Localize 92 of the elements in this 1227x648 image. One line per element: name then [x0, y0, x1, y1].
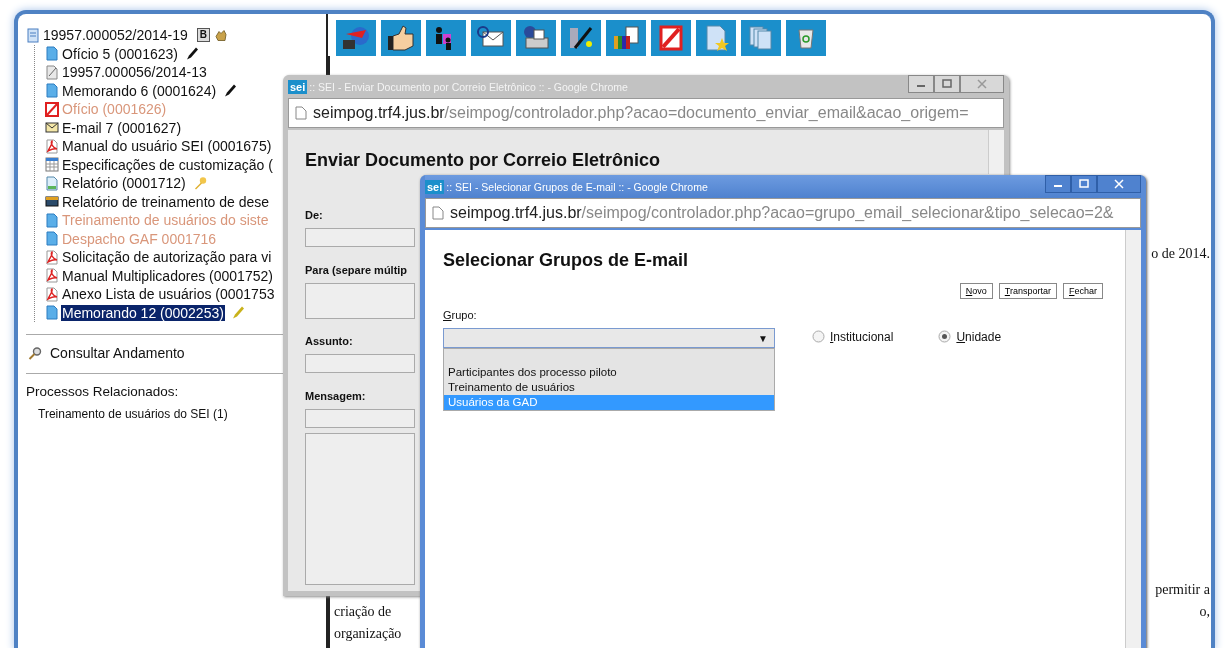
close-button[interactable] [960, 75, 1004, 93]
related-process-link[interactable]: Treinamento de usuários do SEI (1) [38, 407, 228, 421]
search-icon [28, 345, 42, 361]
radio-button[interactable] [938, 330, 952, 343]
document-icon [45, 305, 59, 321]
action-button[interactable]: Fechar [1063, 283, 1103, 299]
field-label: Grupo: [443, 309, 478, 321]
process-number[interactable]: 19957.000052/2014-19 [42, 27, 189, 44]
star-document-icon[interactable] [696, 20, 736, 56]
tree-item[interactable]: E-mail 7 (0001627) [61, 119, 183, 136]
page-icon [295, 106, 307, 120]
action-button[interactable]: Novo [959, 283, 993, 299]
field-label: Mensagem: [305, 390, 366, 403]
app-logo: sei [288, 79, 308, 94]
input-field[interactable] [305, 228, 415, 247]
tree-item[interactable]: Solicitação de autorização para vi [61, 249, 273, 266]
document-icon [45, 83, 59, 99]
document-icon [45, 175, 59, 191]
tree-item[interactable]: Relatório (0001712) [61, 175, 187, 192]
tree-item[interactable]: Manual do usuário SEI (0001675) [61, 138, 273, 155]
document-text: o, [1199, 604, 1210, 621]
page-heading: Enviar Documento por Correio Eletrônico [305, 150, 662, 171]
cancel-icon[interactable] [651, 20, 691, 56]
pdf-icon [45, 268, 59, 284]
field-label: De: [305, 209, 323, 222]
people-icon[interactable] [426, 20, 466, 56]
document-icon [45, 231, 59, 247]
app-logo: sei [425, 179, 445, 194]
document-icon [45, 212, 59, 228]
thumbs-up-icon[interactable] [381, 20, 421, 56]
document-text: o de 2014. [1151, 246, 1210, 262]
documents-icon[interactable] [741, 20, 781, 56]
tree-item[interactable]: Especificações de customização ( [61, 156, 274, 173]
document-icon [45, 64, 59, 80]
globe-icon[interactable] [336, 20, 376, 56]
process-icon [26, 27, 40, 43]
tree-item[interactable]: Memorando 6 (0001624) [61, 82, 218, 99]
recycle-bin-icon[interactable] [786, 20, 826, 56]
email-icon[interactable] [471, 20, 511, 56]
badge: B [196, 28, 211, 43]
dropdown[interactable]: ▼ [443, 328, 775, 348]
tree-item[interactable]: Relatório de treinamento de dese [61, 193, 271, 210]
pen-icon[interactable] [561, 20, 601, 56]
address-bar[interactable]: seimpog.trf4.jus.br/seimpog/controlador.php?acao=grupo_email_selecionar&tipo_selecao=2& [425, 198, 1141, 228]
cancelled-icon [45, 101, 59, 117]
maximize-button[interactable] [934, 75, 960, 93]
close-icon [976, 79, 988, 89]
page-heading: Selecionar Grupos de E-mail [443, 250, 690, 271]
dropdown-option[interactable]: Participantes dos processo piloto [444, 365, 774, 380]
pdf-icon [45, 249, 59, 265]
radio-label[interactable]: Institucional [830, 330, 894, 344]
scrollbar[interactable] [988, 130, 1004, 174]
tree-item[interactable]: Anexo Lista de usuários (0001753 [61, 286, 276, 303]
url-text: seimpog.trf4.jus.br/seimpog/controlador.php?acao=documento_enviar_email&acao_origem= [313, 104, 969, 122]
tree-item[interactable]: Memorando 12 (0002253) [61, 304, 225, 321]
text-area[interactable] [305, 283, 415, 319]
maximize-button[interactable] [1071, 175, 1097, 193]
field-label: Para (separe múltip [305, 264, 408, 277]
scanner-icon [45, 194, 59, 210]
pdf-icon [45, 286, 59, 302]
tree-item[interactable]: Manual Multiplicadores (0001752) [61, 267, 274, 284]
action-button[interactable]: Transportar [998, 283, 1057, 299]
url-text: seimpog.trf4.jus.br/seimpog/controlador.php?acao=grupo_email_selecionar&tipo_selecao=2& [450, 204, 1114, 222]
input-field[interactable] [305, 409, 415, 428]
dropdown-option[interactable]: Treinamento de usuários [444, 380, 774, 395]
printer-icon[interactable] [516, 20, 556, 56]
envelope-icon [45, 120, 59, 136]
tree-item[interactable]: 19957.000056/2014-13 [61, 64, 208, 81]
minimize-button[interactable] [1045, 175, 1071, 193]
spreadsheet-icon [45, 157, 59, 173]
pdf-icon [45, 138, 59, 154]
minimize-button[interactable] [908, 75, 934, 93]
binders-icon[interactable] [606, 20, 646, 56]
page-icon [432, 206, 444, 220]
window-title: :: SEI - Selecionar Grupos de E-mail :: - Google Chrome [446, 180, 708, 193]
address-bar[interactable]: seimpog.trf4.jus.br/seimpog/controlador.php?acao=documento_enviar_email&acao_origem= [288, 98, 1004, 128]
close-button[interactable] [1097, 175, 1141, 193]
input-field[interactable] [305, 354, 415, 373]
radio-label[interactable]: Unidade [956, 330, 1002, 344]
tree-item[interactable]: Ofício 5 (0001623) [61, 45, 179, 62]
maximize-icon [941, 79, 953, 89]
document-text: criação de [334, 604, 392, 621]
scrollbar[interactable] [1125, 230, 1141, 648]
maximize-icon [1078, 179, 1090, 189]
document-text: organização [334, 626, 402, 643]
close-icon [1113, 179, 1125, 189]
radio-button[interactable] [812, 330, 825, 343]
document-text: permitir a [1155, 582, 1210, 599]
text-area[interactable] [305, 433, 415, 585]
document-icon [45, 46, 59, 62]
consult-link[interactable]: Consultar Andamento [50, 345, 185, 361]
field-label: Assunto: [305, 335, 353, 348]
